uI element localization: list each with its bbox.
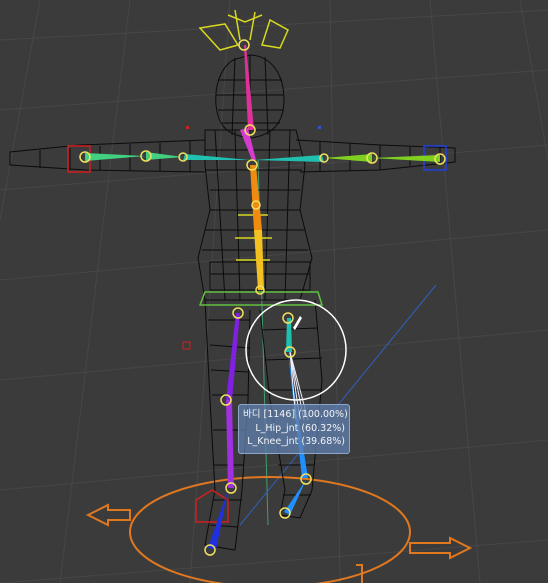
skeleton — [85, 45, 440, 550]
tooltip-vertex-line: 바디 [1146] (100.00%) — [243, 409, 348, 420]
weight-info-tooltip: 바디 [1146] (100.00%) L_Hip_jnt (60.32%) L… — [238, 404, 350, 454]
bone-spine-upper — [250, 165, 262, 230]
bone-forearm-right — [372, 155, 440, 162]
bone-upperarm-right — [324, 154, 372, 162]
bone-foot-left — [284, 480, 306, 515]
marker-blue — [318, 126, 321, 129]
bone-head — [244, 45, 254, 130]
bone-foot-right — [208, 490, 228, 550]
tooltip-knee-weight: L_Knee_jnt (39.68%) — [247, 436, 345, 447]
head-control — [198, 9, 289, 51]
bone-forearm-left — [85, 153, 146, 161]
tooltip-hip-weight: L_Hip_jnt (60.32%) — [255, 422, 345, 434]
bone-thigh-right — [226, 313, 240, 400]
brush-pen-icon — [293, 316, 302, 330]
root-control — [85, 476, 473, 583]
marker-red — [186, 126, 189, 129]
pole-vector-control — [182, 341, 191, 350]
bone-shin-right — [226, 400, 234, 488]
scene-canvas[interactable] — [0, 0, 548, 583]
3d-viewport[interactable]: 바디 [1146] (100.00%) L_Hip_jnt (60.32%) L… — [0, 0, 548, 583]
